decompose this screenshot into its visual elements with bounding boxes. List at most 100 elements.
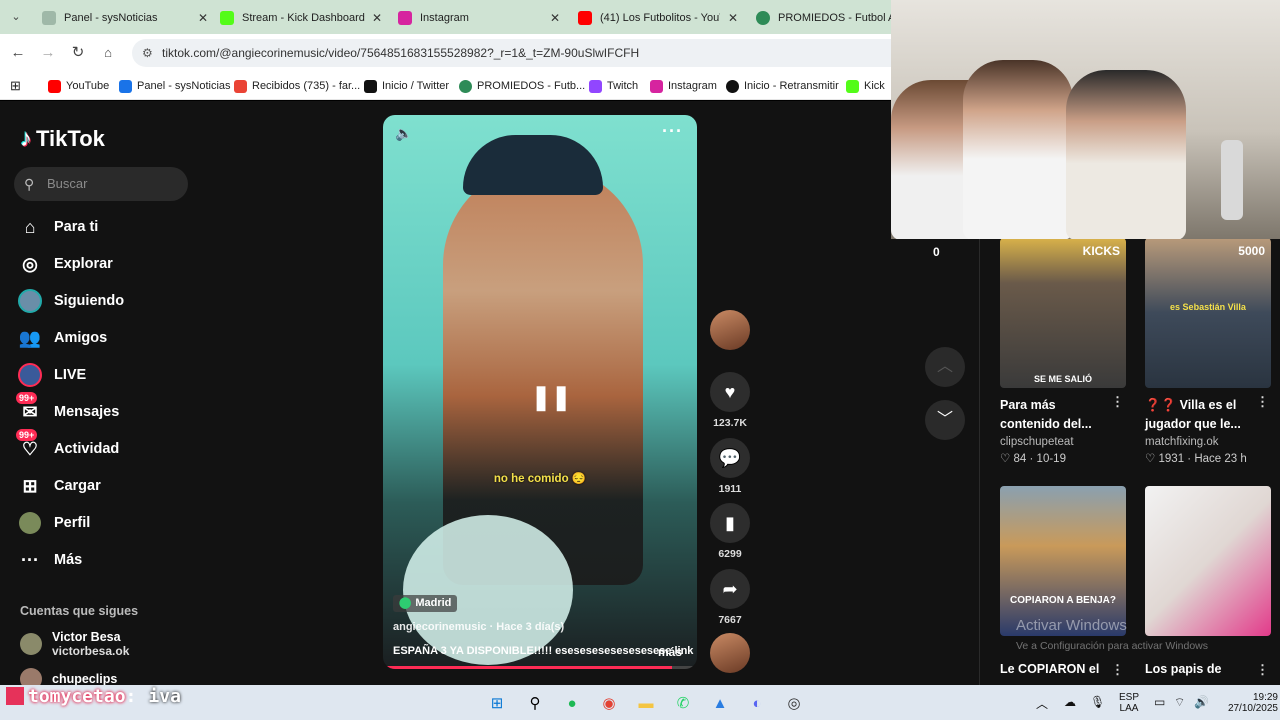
bookmark-promiedos[interactable]: PROMIEDOS - Futb... [459,77,585,95]
browser-tab-3[interactable]: (41) Los Futbolitos - YouTu ✕ [572,4,742,32]
card-thumbnail[interactable]: 5000 es Sebastián Villa [1145,238,1271,388]
volume-icon[interactable]: 🔊 [1194,695,1209,709]
video-player[interactable]: 🔈 ··· ❚❚ no he comido 😔 ⬤ Madrid angiecor… [383,115,697,669]
bookmark-twitter[interactable]: Inicio / Twitter [364,77,449,95]
comment-button[interactable]: 💬 1911 [710,438,750,495]
volume-icon[interactable]: 🔈 [395,125,412,142]
recommended-card[interactable]: KICKS SE ME SALIÓ ⋮ Para más contenido d… [1000,238,1126,465]
location-tag[interactable]: ⬤ Madrid [393,595,458,612]
pause-icon[interactable]: ❚❚ [531,383,571,412]
file-explorer-icon[interactable]: ▬ [635,693,657,713]
nav-siguiendo[interactable]: Siguiendo [18,286,124,316]
card-menu-icon[interactable]: ⋮ [1111,394,1124,410]
tiktok-logo[interactable]: ♪ TikTok [20,125,105,153]
following-section-title: Cuentas que sigues [20,604,139,618]
bookmark-sysnoticias[interactable]: Panel - sysNoticias [119,77,231,95]
activity-icon: ♡ 99+ [16,429,42,461]
tiktok-sidebar: ♪ TikTok ⚲ Buscar ⌂ Para ti ◎ Explorar Sig… [0,101,215,690]
video-author-time[interactable]: angiecorinemusic · Hace 3 día(s) [393,621,564,633]
browser-toolbar: ← → ↻ ⌂ ⚙ tiktok.com/@angiecorinemusic/v… [0,34,891,72]
card-thumbnail[interactable]: KICKS SE ME SALIÓ [1000,238,1126,388]
instagram-favicon-icon [398,11,412,25]
share-button[interactable]: ➦ 7667 [710,569,750,626]
apps-grid-icon[interactable]: ⊞ [10,77,21,95]
bookmark-instagram[interactable]: Instagram [650,77,717,95]
more-options-icon[interactable]: ··· [662,121,683,142]
recommended-card[interactable]: 5000 es Sebastián Villa ⋮ ❓❓ Villa es el… [1145,238,1271,465]
nav-para-ti[interactable]: ⌂ Para ti [18,212,99,242]
address-bar[interactable]: ⚙ tiktok.com/@angiecorinemusic/video/756… [132,39,891,67]
bookmark-kick[interactable]: Kick [846,77,885,95]
browser-tab-0[interactable]: Panel - sysNoticias ✕ [36,4,212,32]
forward-arrow-icon[interactable]: → [38,43,58,63]
whatsapp-icon[interactable]: ✆ [672,693,694,713]
bookmark-label: PROMIEDOS - Futb... [477,80,586,92]
avatar [20,633,42,655]
compass-icon: ◎ [22,253,38,274]
kick-icon [846,79,859,93]
back-arrow-icon[interactable]: ← [8,43,28,63]
close-icon[interactable]: ✕ [372,11,382,25]
nav-mas[interactable]: ··· Más [18,545,82,575]
nav-actividad[interactable]: ♡ 99+ Actividad [16,429,119,464]
search-icon[interactable]: ⚲ [524,693,546,713]
description-more-button[interactable]: más [658,645,682,659]
save-button[interactable]: ▮ 6299 [710,503,750,560]
language-indicator[interactable]: ESP LAA [1116,692,1142,714]
youtube-icon [48,79,61,93]
browser-tab-4[interactable]: PROMIEDOS - Futbol Arg [750,4,891,32]
card-menu-icon[interactable]: ⋮ [1256,662,1269,678]
nav-cargar[interactable]: ⊞ Cargar [18,471,100,501]
browser-tab-1[interactable]: Stream - Kick Dashboard ✕ [214,4,386,32]
chevron-up-icon[interactable]: ︿ [925,347,965,387]
restream-icon [726,79,739,93]
card-thumbnail[interactable] [1145,486,1271,636]
close-icon[interactable]: ✕ [550,11,560,25]
nav-amigos[interactable]: 👥 Amigos [18,323,107,353]
bookmark-youtube[interactable]: YouTube [48,77,109,95]
close-icon[interactable]: ✕ [728,11,738,25]
tab-title: (41) Los Futbolitos - YouTu [600,12,720,24]
nav-mensajes[interactable]: ✉ 99+ Mensajes [16,392,119,427]
nav-perfil[interactable]: Perfil [18,508,90,538]
microphone-icon[interactable]: 🎙 [1090,695,1105,709]
card-date: 10-19 [1036,453,1066,465]
following-account[interactable]: Victor Besa victorbesa.ok [20,630,129,658]
obs-icon[interactable]: ◎ [783,693,805,713]
nav-explorar[interactable]: ◎ Explorar [18,249,113,279]
card-user[interactable]: matchfixing.ok [1145,436,1271,448]
clock[interactable]: 19:29 27/10/2025 [1214,692,1278,714]
reload-icon[interactable]: ↻ [68,43,88,63]
bookmark-twitch[interactable]: Twitch [589,77,638,95]
windows-start-icon[interactable]: ⊞ [486,693,508,713]
search-input[interactable]: ⚲ Buscar [14,167,188,201]
tray-expand-icon[interactable]: ︿ [1036,695,1048,712]
card-menu-icon[interactable]: ⋮ [1111,662,1124,678]
site-info-icon[interactable]: ⚙ [142,39,153,67]
onedrive-icon[interactable]: ☁ [1064,695,1076,709]
close-icon[interactable]: ✕ [198,11,208,25]
photos-icon[interactable]: ▲ [709,693,731,713]
music-disc-avatar[interactable] [710,633,750,673]
display-icon[interactable]: ▭ [1154,695,1165,709]
like-button[interactable]: ♥ 123.7K [710,372,750,429]
bookmark-gmail[interactable]: Recibidos (735) - far... [234,77,360,95]
browser-tab-2[interactable]: Instagram ✕ [392,4,564,32]
bookmark-retransmitir[interactable]: Inicio - Retransmitir [726,77,839,95]
tab-search-chevron-icon[interactable]: ⌄ [6,7,26,27]
nav-live[interactable]: LIVE [18,360,86,390]
card-thumbnail[interactable]: COPIARON A BENJA? [1000,486,1126,636]
thumb-caption: es Sebastián Villa [1170,302,1246,312]
chrome-icon[interactable]: ◉ [598,693,620,713]
video-progress-bar[interactable] [383,666,697,669]
author-avatar[interactable] [710,310,750,350]
network-icon[interactable]: ⌔ [1174,695,1185,710]
spotify-icon[interactable]: ● [561,693,583,713]
discord-icon[interactable]: ◐ [746,693,768,713]
x-icon [364,79,377,93]
card-user[interactable]: clipschupeteat [1000,436,1126,448]
webcam-thermos [1221,140,1243,220]
home-icon[interactable]: ⌂ [98,43,118,63]
chevron-down-icon[interactable]: ﹀ [925,400,965,440]
card-menu-icon[interactable]: ⋮ [1256,394,1269,410]
